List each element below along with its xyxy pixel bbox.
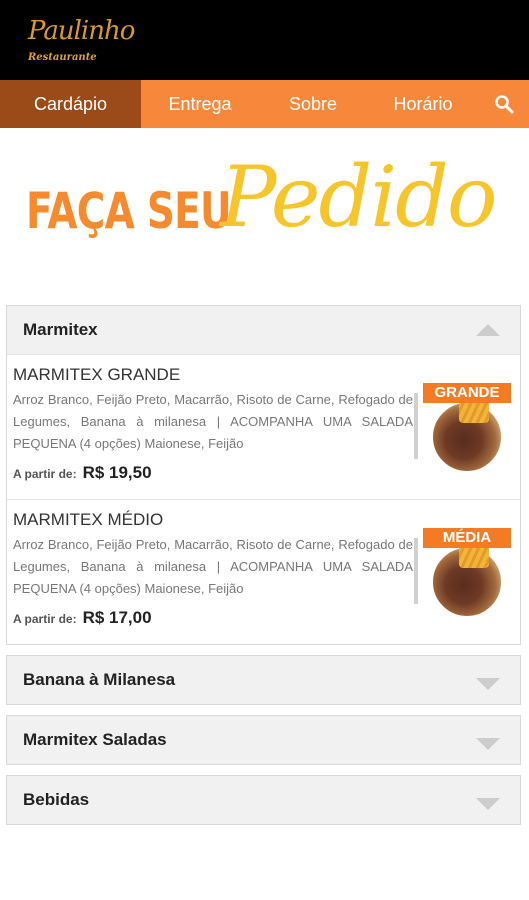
menu-item-marmitex-grande[interactable]: MARMITEX GRANDE Arroz Branco, Feijão Pre… — [7, 354, 520, 499]
item-image[interactable]: MÉDIA — [423, 528, 513, 618]
size-badge: MÉDIA — [423, 528, 511, 548]
top-header: Paulinho Restaurante — [0, 0, 529, 80]
logo-script-text: Paulinho — [28, 16, 135, 46]
restaurant-logo[interactable]: Paulinho Restaurante — [28, 16, 135, 70]
item-description: Arroz Branco, Feijão Preto, Macarrão, Ri… — [13, 392, 413, 451]
nav-horario[interactable]: Horário — [367, 80, 479, 128]
nav-sobre-label: Sobre — [288, 93, 338, 114]
description-scrollbar[interactable] — [414, 393, 418, 459]
menu-item-marmitex-medio[interactable]: MARMITEX MÉDIO Arroz Branco, Feijão Pret… — [7, 499, 520, 644]
nav-sobre[interactable]: Sobre — [259, 80, 367, 128]
nav-horario-label: Horário — [393, 93, 453, 114]
search-button[interactable] — [479, 80, 529, 128]
section-banana-milanesa-header[interactable]: Banana à Milanesa — [7, 656, 520, 704]
section-title: Banana à Milanesa — [23, 670, 176, 689]
search-icon — [495, 95, 514, 114]
chevron-up-icon — [476, 324, 500, 336]
nav-entrega[interactable]: Entrega — [141, 80, 259, 128]
section-title: Marmitex — [23, 320, 98, 339]
section-title: Marmitex Saladas — [23, 730, 167, 749]
main-nav: Cardápio Entrega Sobre Horário — [0, 80, 529, 128]
price-label: A partir de: — [13, 467, 77, 481]
nav-cardapio-label: Cardápio — [33, 93, 108, 114]
hero-banner: FAÇA SEU Pedido — [0, 128, 529, 304]
menu-accordion: Marmitex MARMITEX GRANDE Arroz Branco, F… — [6, 305, 521, 835]
hero-title-line2: Pedido — [220, 148, 497, 246]
item-name: MARMITEX GRANDE — [13, 365, 181, 384]
section-bebidas: Bebidas — [6, 775, 521, 825]
nav-entrega-label: Entrega — [168, 93, 232, 114]
chevron-down-icon — [476, 678, 500, 690]
item-name: MARMITEX MÉDIO — [13, 510, 164, 529]
section-marmitex-header[interactable]: Marmitex — [7, 306, 520, 354]
section-marmitex-saladas-header[interactable]: Marmitex Saladas — [7, 716, 520, 764]
section-title: Bebidas — [23, 790, 90, 809]
item-image[interactable]: GRANDE — [423, 383, 513, 473]
hero-title-line1: FAÇA SEU — [26, 182, 232, 240]
item-description: Arroz Branco, Feijão Preto, Macarrão, Ri… — [13, 537, 413, 596]
section-marmitex: Marmitex MARMITEX GRANDE Arroz Branco, F… — [6, 305, 521, 645]
section-marmitex-saladas: Marmitex Saladas — [6, 715, 521, 765]
item-price: R$ 19,50 — [82, 463, 152, 482]
description-scrollbar[interactable] — [414, 538, 418, 604]
price-label: A partir de: — [13, 612, 77, 626]
chevron-down-icon — [476, 738, 500, 750]
logo-subtitle: Restaurante — [28, 52, 97, 63]
section-bebidas-header[interactable]: Bebidas — [7, 776, 520, 824]
section-banana-milanesa: Banana à Milanesa — [6, 655, 521, 705]
size-badge: GRANDE — [423, 383, 511, 403]
nav-cardapio[interactable]: Cardápio — [0, 80, 141, 128]
chevron-down-icon — [476, 798, 500, 810]
item-price: R$ 17,00 — [82, 608, 152, 627]
